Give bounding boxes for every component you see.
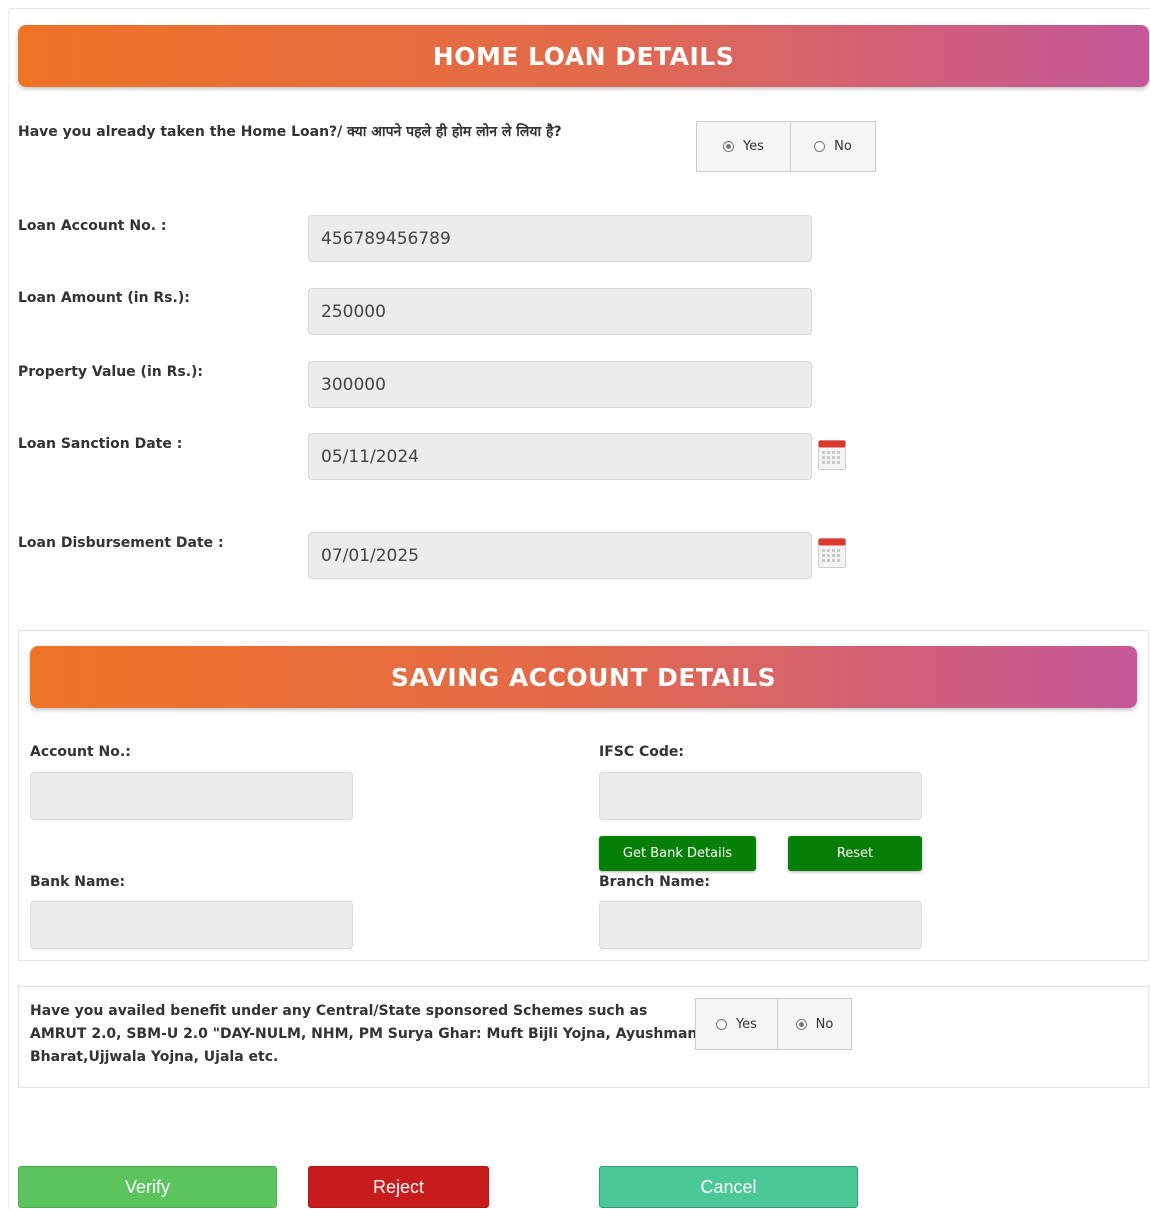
- loan-account-field[interactable]: 456789456789: [308, 215, 812, 262]
- schemes-question-line3: Bharat,Ujjwala Yojna, Ujala etc.: [30, 1049, 279, 1065]
- reset-button[interactable]: Reset: [788, 836, 922, 871]
- verify-button[interactable]: Verify: [18, 1166, 277, 1208]
- get-bank-details-button[interactable]: Get Bank Details: [599, 836, 756, 871]
- disbursement-date-field[interactable]: 07/01/2025: [308, 532, 812, 579]
- loan-amount-field[interactable]: 250000: [308, 288, 812, 335]
- no-label: No: [815, 1016, 834, 1032]
- bank-name-label: Bank Name:: [30, 874, 126, 890]
- loan-account-label: Loan Account No. :: [18, 218, 167, 234]
- property-value-field[interactable]: 300000: [308, 361, 812, 408]
- radio-no-checked-icon[interactable]: [795, 1018, 807, 1030]
- branch-name-field[interactable]: [599, 901, 922, 949]
- home-loan-title: HOME LOAN DETAILS: [432, 41, 735, 71]
- branch-name-label: Branch Name:: [599, 874, 710, 890]
- schemes-no-option[interactable]: No: [776, 999, 851, 1049]
- no-label: No: [834, 139, 852, 154]
- ifsc-label: IFSC Code:: [599, 744, 685, 760]
- schemes-yes-option[interactable]: Yes: [696, 999, 777, 1049]
- bank-name-field[interactable]: [30, 901, 353, 949]
- account-no-field[interactable]: [30, 772, 353, 820]
- home-loan-radio-group: Yes No: [696, 121, 876, 172]
- disbursement-calendar-icon[interactable]: [818, 538, 846, 568]
- cancel-button[interactable]: Cancel: [599, 1166, 858, 1208]
- property-value-label: Property Value (in Rs.):: [18, 364, 204, 380]
- saving-account-banner: SAVING ACCOUNT DETAILS: [30, 646, 1137, 708]
- yes-label: Yes: [735, 1016, 757, 1032]
- account-no-label: Account No.:: [30, 744, 131, 760]
- yes-label: Yes: [742, 139, 764, 154]
- saving-account-title: SAVING ACCOUNT DETAILS: [390, 662, 777, 692]
- loan-amount-label: Loan Amount (in Rs.):: [18, 290, 190, 306]
- home-loan-banner: HOME LOAN DETAILS: [18, 25, 1149, 87]
- radio-yes-icon[interactable]: [715, 1018, 727, 1030]
- ifsc-field[interactable]: [599, 772, 922, 820]
- top-divider: [8, 8, 1150, 9]
- radio-yes-checked-icon[interactable]: [722, 141, 734, 152]
- schemes-question: Have you availed benefit under any Centr…: [30, 1000, 697, 1069]
- sanction-date-field[interactable]: 05/11/2024: [308, 433, 812, 480]
- left-divider: [8, 8, 9, 1209]
- sanction-calendar-icon[interactable]: [818, 440, 846, 470]
- sanction-date-label: Loan Sanction Date :: [18, 436, 183, 452]
- disbursement-date-label: Loan Disbursement Date :: [18, 535, 224, 551]
- reject-button[interactable]: Reject: [308, 1166, 489, 1208]
- schemes-question-line2: AMRUT 2.0, SBM-U 2.0 "DAY-NULM, NHM, PM …: [30, 1026, 698, 1042]
- schemes-question-line1: Have you availed benefit under any Centr…: [30, 1003, 648, 1019]
- home-loan-yes-option[interactable]: Yes: [697, 122, 790, 171]
- home-loan-no-option[interactable]: No: [789, 122, 875, 171]
- schemes-radio-group: Yes No: [695, 998, 852, 1050]
- radio-no-icon[interactable]: [814, 141, 826, 152]
- home-loan-question: Have you already taken the Home Loan?/ क…: [18, 124, 562, 140]
